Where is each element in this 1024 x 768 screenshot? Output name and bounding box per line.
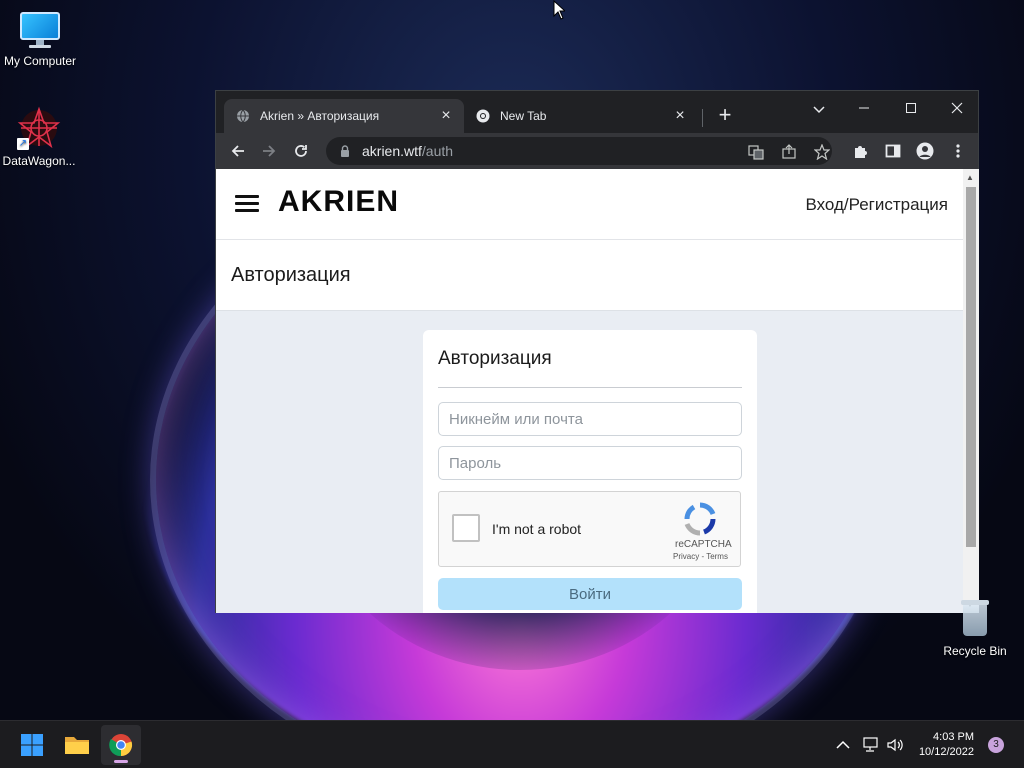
tab-title: New Tab [500,109,547,123]
tab-strip: Akrien » Авторизация × New Tab × + [216,91,978,133]
translate-icon[interactable] [748,144,764,160]
kebab-menu-icon [956,144,960,158]
shortcut-arrow-icon: ↗ [17,138,29,150]
hamburger-menu-icon[interactable] [235,195,259,213]
recaptcha-logo-icon [684,502,716,536]
side-panel-button[interactable] [881,139,905,163]
tab-new-tab[interactable]: New Tab × [464,99,698,133]
scroll-up-icon[interactable]: ▲ [966,173,974,182]
active-app-indicator [114,760,128,763]
network-icon[interactable] [860,735,880,755]
puzzle-icon [855,146,867,158]
reload-icon [295,145,307,157]
recaptcha-checkbox[interactable] [452,514,480,542]
maximize-button[interactable] [896,97,926,121]
site-header: AKRIEN Вход/Регистрация [216,169,963,240]
password-input[interactable] [438,446,742,480]
taskbar-file-explorer[interactable] [57,725,97,765]
recycle-bin-icon [959,598,991,638]
close-icon [951,102,963,114]
lock-icon [341,145,349,157]
login-card-title: Авторизация [438,348,552,369]
chevron-up-icon[interactable] [833,735,853,755]
taskbar-chrome[interactable] [101,725,141,765]
reload-button[interactable] [289,139,313,163]
forward-button[interactable] [257,139,281,163]
browser-window: Akrien » Авторизация × New Tab × + akrie… [215,90,979,613]
recaptcha-widget: I'm not a robot reCAPTCHA Privacy - Term… [438,491,741,567]
notification-badge[interactable]: 3 [988,737,1004,753]
chrome-icon [109,734,133,757]
windows-logo-icon [21,734,43,756]
tab-akrien[interactable]: Akrien » Авторизация × [224,99,464,133]
clock-date: 10/12/2022 [918,746,974,758]
profile-button[interactable] [913,139,937,163]
url-path: /auth [421,143,454,159]
back-button[interactable] [226,139,250,163]
share-icon[interactable] [781,144,797,160]
page-title: Авторизация [231,264,351,286]
login-submit-button[interactable]: Войти [438,578,742,610]
monitor-icon [18,10,62,50]
folder-icon [65,737,89,754]
volume-icon[interactable] [885,735,905,755]
desktop-icon-label: My Computer [3,54,77,68]
recaptcha-brand: reCAPTCHA [675,539,732,550]
menu-button[interactable] [946,139,970,163]
desktop-icon-label: Recycle Bin [943,644,1007,658]
tab-separator [702,109,703,127]
username-input[interactable] [438,402,742,436]
maximize-icon [906,103,916,113]
tab-close-icon[interactable]: × [672,108,688,124]
site-logo[interactable]: AKRIEN [278,185,399,219]
address-bar[interactable]: akrien.wtf/auth [326,137,832,165]
tab-title: Akrien » Авторизация [260,109,380,123]
desktop-icon-my-computer[interactable]: My Computer [0,10,80,68]
desktop-icon-label: DataWagon... [2,154,76,168]
browser-toolbar: akrien.wtf/auth [216,133,978,169]
minimize-icon [859,107,869,109]
close-window-button[interactable] [942,97,972,121]
side-panel-icon [885,144,901,158]
tab-search-button[interactable] [804,97,834,121]
system-clock[interactable]: 4:03 PM 10/12/2022 [912,730,974,760]
start-button[interactable] [12,725,52,765]
datawagon-icon: ↗ [17,106,61,150]
desktop-icon-datawagon[interactable]: ↗ DataWagon... [0,106,79,168]
minimize-button[interactable] [849,97,879,121]
taskbar: 4:03 PM 10/12/2022 3 [0,720,1024,768]
card-divider [438,387,742,388]
arrow-left-icon [231,145,244,157]
star-icon[interactable] [814,144,830,160]
arrow-right-icon [263,145,276,157]
chrome-icon [476,109,490,123]
page-title-bar: Авторизация [216,240,963,311]
login-card: Авторизация I'm not a robot reCAPTCHA Pr… [423,330,757,613]
chevron-down-icon [813,106,825,114]
desktop-icon-recycle-bin[interactable]: Recycle Bin [940,598,1010,658]
clock-time: 4:03 PM [933,731,974,743]
new-tab-button[interactable]: + [714,104,736,126]
page-scrollbar[interactable]: ▲ ▼ [963,169,979,613]
url-host: akrien.wtf [362,143,422,159]
login-register-link[interactable]: Вход/Регистрация [805,195,948,215]
globe-icon [236,109,250,123]
recaptcha-links[interactable]: Privacy - Terms [673,552,728,561]
mouse-cursor-icon [553,0,565,20]
tab-close-icon[interactable]: × [438,108,454,124]
extensions-button[interactable] [849,139,873,163]
page-viewport: AKRIEN Вход/Регистрация Авторизация Авто… [216,169,979,613]
profile-avatar-icon [916,142,934,160]
scrollbar-thumb[interactable] [966,187,976,547]
recaptcha-label: I'm not a robot [492,521,582,537]
